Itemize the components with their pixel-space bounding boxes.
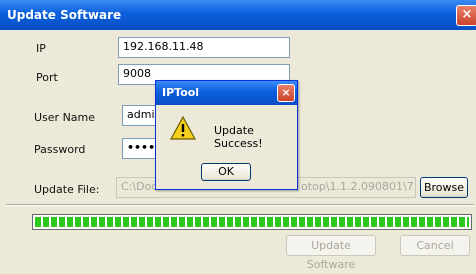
update-file-path-start: C:\Doc bbox=[121, 180, 158, 193]
ok-button[interactable]: OK bbox=[201, 163, 251, 181]
ip-field[interactable]: 192.168.11.48 bbox=[118, 37, 290, 58]
title-bar[interactable]: Update Software × bbox=[0, 0, 476, 30]
user-name-label: User Name bbox=[34, 111, 96, 124]
dialog-title-bar[interactable]: IPTool × bbox=[156, 81, 297, 105]
window-close-button[interactable]: × bbox=[456, 5, 476, 26]
dialog-message: Update Success! bbox=[214, 124, 263, 150]
progress-fill bbox=[35, 217, 469, 227]
update-software-button[interactable]: Update Software bbox=[286, 235, 376, 271]
update-software-window: Update Software × IP 192.168.11.48 Port … bbox=[0, 0, 476, 271]
dialog-close-button[interactable]: × bbox=[277, 84, 295, 102]
dialog-title: IPTool bbox=[162, 86, 200, 99]
window-title: Update Software bbox=[7, 8, 122, 22]
separator bbox=[6, 204, 474, 206]
progress-bar bbox=[32, 214, 472, 230]
ip-label: IP bbox=[36, 42, 46, 55]
password-label: Password bbox=[34, 143, 86, 156]
browse-button[interactable]: Browse bbox=[420, 177, 468, 198]
update-file-label: Update File: bbox=[34, 183, 100, 196]
update-file-path-end: otop\1.1.2.090801\7 bbox=[301, 180, 414, 193]
iptool-dialog: IPTool × Update Success! OK bbox=[155, 80, 298, 190]
port-label: Port bbox=[36, 71, 58, 84]
warning-icon bbox=[170, 115, 196, 140]
cancel-button[interactable]: Cancel bbox=[400, 235, 470, 256]
